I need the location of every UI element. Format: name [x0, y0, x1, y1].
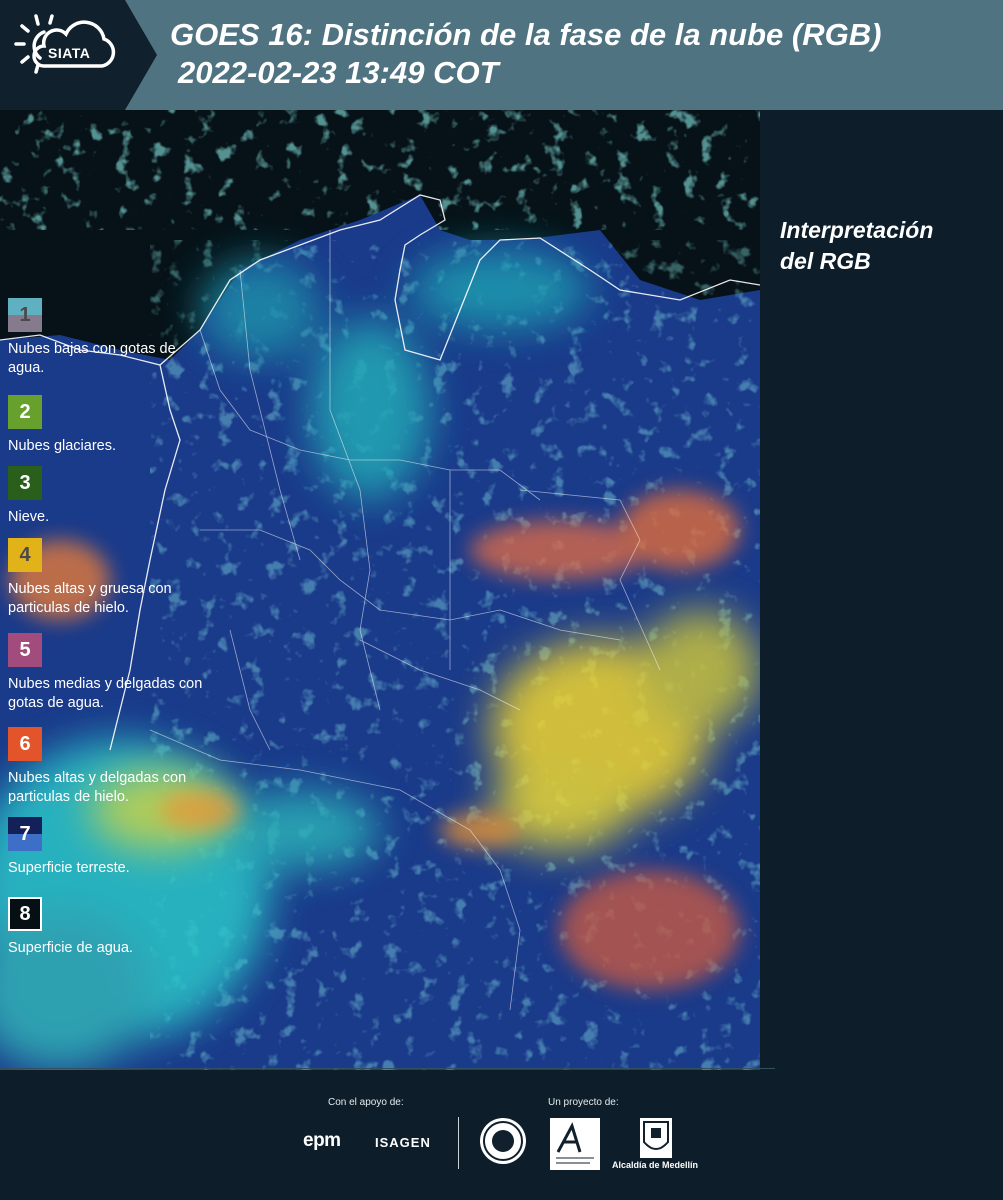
legend-swatch: 7 — [8, 817, 42, 851]
legend-number: 6 — [19, 733, 31, 755]
legend: Interpretación del RGB — [780, 215, 995, 277]
legend-swatch: 4 — [8, 538, 42, 572]
legend-item: 4 Nubes altas y gruesa con particulas de … — [8, 538, 213, 618]
legend-item: 5 Nubes medias y delgadas con gotas de ag… — [8, 633, 213, 713]
legend-title-line-1: Interpretación — [780, 217, 934, 243]
legend-number: 4 — [19, 544, 31, 566]
legend-item: 8 Superficie de agua. — [8, 897, 213, 958]
legend-label: Nubes bajas con gotas de agua. — [8, 341, 176, 376]
project-label: Un proyecto de: — [548, 1097, 619, 1108]
legend-number: 2 — [19, 401, 31, 423]
logo-arrow — [125, 0, 157, 110]
header-bar: SIATA GOES 16: Distinción de la fase de … — [0, 0, 1003, 110]
map-divider — [0, 1068, 775, 1069]
alcaldia-label: Alcaldía de Medellín — [612, 1160, 699, 1170]
legend-label: Nubes altas y delgadas con particulas de… — [8, 770, 187, 805]
legend-title: Interpretación del RGB — [780, 215, 995, 277]
siata-logo: SIATA — [0, 0, 125, 110]
legend-label: Nieve. — [8, 509, 50, 525]
area-metropolitana-logo — [550, 1118, 600, 1170]
legend-label: Nubes medias y delgadas con gotas de agu… — [8, 676, 203, 711]
legend-swatch: 1 — [8, 298, 42, 332]
title-line-2: 2022-02-23 13:49 COT — [178, 55, 499, 90]
legend-label: Superficie de agua. — [8, 940, 133, 956]
legend-number: 1 — [19, 304, 31, 326]
legend-number: 5 — [19, 639, 31, 661]
footer-divider — [458, 1117, 459, 1169]
legend-label: Nubes altas y gruesa con particulas de h… — [8, 581, 172, 616]
legend-item: 3 Nieve. — [8, 466, 213, 527]
legend-swatch: 3 — [8, 466, 42, 500]
legend-number: 8 — [19, 903, 31, 925]
legend-number: 3 — [19, 472, 31, 494]
legend-item: 1 Nubes bajas con gotas de agua. — [8, 298, 213, 378]
legend-swatch: 6 — [8, 727, 42, 761]
title-line-1: GOES 16: Distinción de la fase de la nub… — [170, 17, 882, 52]
legend-item: 7 Superficie terreste. — [8, 817, 213, 878]
alcaldia-shield-icon — [640, 1118, 672, 1158]
legend-swatch: 8 — [8, 897, 42, 931]
legend-label: Superficie terreste. — [8, 860, 130, 876]
legend-label: Nubes glaciares. — [8, 438, 116, 454]
legend-number: 7 — [19, 823, 31, 845]
university-seal-icon — [480, 1118, 526, 1164]
legend-swatch: 2 — [8, 395, 42, 429]
legend-item: 2 Nubes glaciares. — [8, 395, 213, 456]
support-label: Con el apoyo de: — [328, 1097, 404, 1108]
legend-swatch: 5 — [8, 633, 42, 667]
epm-logo: epm — [303, 1130, 341, 1151]
isagen-logo: ISAGEN — [375, 1135, 431, 1150]
page-title: GOES 16: Distinción de la fase de la nub… — [170, 16, 881, 92]
legend-title-line-2: del RGB — [780, 248, 871, 274]
logo-text: SIATA — [48, 45, 91, 61]
legend-item: 6 Nubes altas y delgadas con particulas d… — [8, 727, 213, 807]
